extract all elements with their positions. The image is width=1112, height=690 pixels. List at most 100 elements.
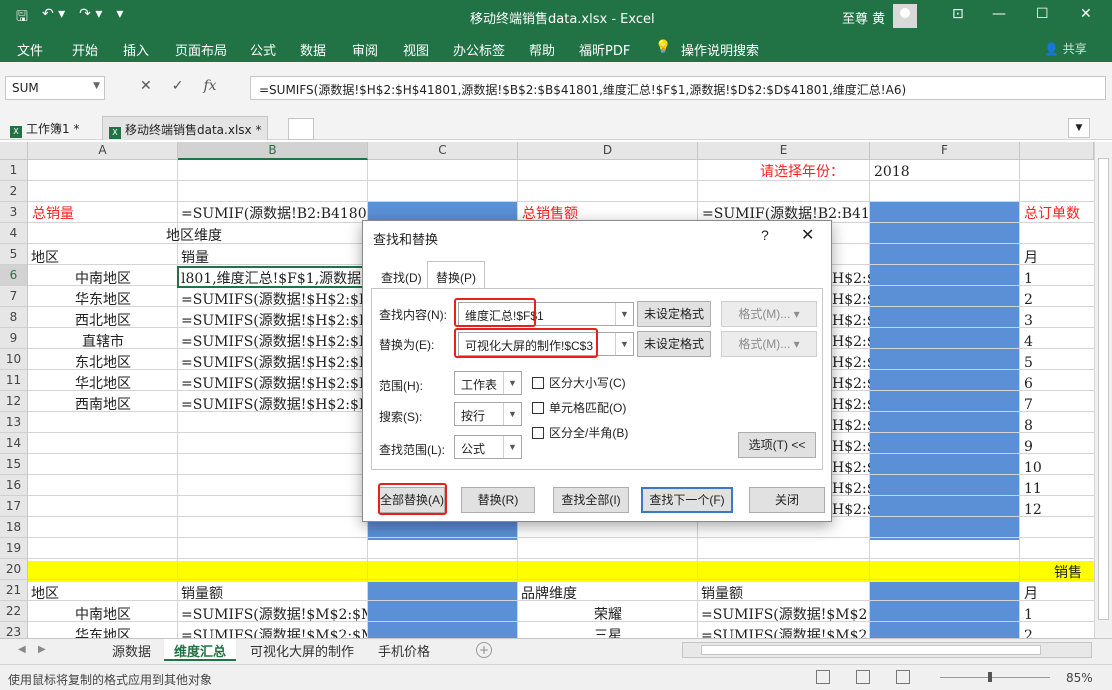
row-header-7[interactable]: 7: [0, 286, 28, 307]
checkbox-box[interactable]: [532, 377, 544, 389]
page-layout-view-icon[interactable]: [856, 670, 870, 684]
formula-cell[interactable]: H$2:$H: [832, 311, 870, 331]
column-header-b[interactable]: B: [178, 142, 368, 160]
column-header-f[interactable]: F: [870, 142, 1020, 160]
options-button[interactable]: 选项(T) <<: [738, 432, 816, 458]
formula-cell[interactable]: H$2:$H: [832, 479, 870, 499]
formula-cell[interactable]: =SUMIFS(源数据!$M$2:$M: [701, 626, 869, 638]
row-header-11[interactable]: 11: [0, 370, 28, 391]
match-byte-checkbox[interactable]: 区分全/半角(B): [532, 424, 628, 441]
region-cell[interactable]: 东北地区: [28, 353, 178, 373]
checkbox-box[interactable]: [532, 427, 544, 439]
chevron-down-icon[interactable]: ▼: [503, 372, 521, 394]
workbook-tab-2[interactable]: X 移动终端销售data.xlsx *: [102, 116, 269, 140]
close-icon[interactable]: ✕: [1080, 6, 1092, 22]
tab-help[interactable]: 帮助: [529, 40, 555, 59]
month-cell[interactable]: 5: [1024, 353, 1033, 373]
dialog-close-icon[interactable]: ✕: [801, 225, 814, 245]
find-next-button[interactable]: 查找下一个(F): [641, 487, 733, 513]
row-header-4[interactable]: 4: [0, 223, 28, 244]
row-header-23[interactable]: 23: [0, 622, 28, 638]
maximize-icon[interactable]: ☐: [1036, 6, 1049, 22]
column-header-a[interactable]: A: [28, 142, 178, 160]
formula-cell[interactable]: H$2:$H: [832, 416, 870, 436]
sheet-tab-source-data[interactable]: 源数据: [102, 639, 161, 661]
user-name[interactable]: 至尊 黄: [842, 8, 885, 27]
region-cell[interactable]: 华北地区: [28, 374, 178, 394]
formula-cell[interactable]: =SUMIFS(源数据!$M$2:$M$4: [181, 626, 367, 638]
formula-cell[interactable]: H$2:$H: [832, 500, 870, 520]
customize-qat-icon[interactable]: ▾: [116, 6, 123, 30]
formula-cell[interactable]: =SUMIFS(源数据!$M$2:$M: [701, 605, 869, 625]
formula-cell[interactable]: H$2:$H: [832, 290, 870, 310]
row-header-12[interactable]: 12: [0, 391, 28, 412]
chevron-down-icon[interactable]: ▼: [503, 403, 521, 425]
row-header-18[interactable]: 18: [0, 517, 28, 538]
tab-view[interactable]: 视图: [403, 40, 429, 59]
formula-cell[interactable]: H$2:$H: [832, 332, 870, 352]
help-icon[interactable]: ?: [761, 227, 769, 243]
month-cell[interactable]: 2: [1024, 626, 1033, 638]
tab-formulas[interactable]: 公式: [250, 40, 276, 59]
formula-cell[interactable]: =SUMIFS(源数据!$H$2:$H$: [181, 395, 367, 415]
undo-icon[interactable]: ↶ ▾: [42, 6, 65, 30]
region-cell[interactable]: 华东地区: [28, 290, 178, 310]
scroll-thumb[interactable]: [701, 645, 1041, 655]
close-button[interactable]: 关闭: [749, 487, 825, 513]
workbook-tab-1[interactable]: X 工作簿1 *: [4, 116, 85, 140]
column-header-d[interactable]: D: [518, 142, 698, 160]
month-cell[interactable]: 8: [1024, 416, 1033, 436]
page-break-view-icon[interactable]: [896, 670, 910, 684]
row-header-20[interactable]: 20: [0, 559, 28, 580]
tab-review[interactable]: 审阅: [352, 40, 378, 59]
month-cell[interactable]: 6: [1024, 374, 1033, 394]
within-select[interactable]: 工作表 ▼: [454, 371, 522, 395]
month-cell[interactable]: 1: [1024, 605, 1033, 625]
row-header-14[interactable]: 14: [0, 433, 28, 454]
name-box[interactable]: SUM ▼: [5, 76, 105, 100]
formula-cell[interactable]: =SUMIFS(源数据!$H$2:$H$: [181, 311, 367, 331]
row-header-10[interactable]: 10: [0, 349, 28, 370]
formula-cell[interactable]: =SUMIFS(源数据!$M$2:$M$4: [181, 605, 367, 625]
tab-home[interactable]: 开始: [72, 40, 98, 59]
tab-list-menu-icon[interactable]: ▼: [1068, 118, 1090, 138]
tab-office-tab[interactable]: 办公标签: [453, 40, 505, 59]
horizontal-scrollbar[interactable]: [682, 642, 1092, 658]
row-header-21[interactable]: 21: [0, 580, 28, 601]
row-header-3[interactable]: 3: [0, 202, 28, 223]
new-workbook-tab[interactable]: [288, 118, 314, 140]
formula-cell[interactable]: H$2:$H: [832, 395, 870, 415]
tab-find[interactable]: 查找(D): [373, 265, 430, 289]
match-entire-cell-checkbox[interactable]: 单元格匹配(O): [532, 399, 626, 416]
formula-cell[interactable]: =SUMIFS(源数据!$H$2:$H$: [181, 290, 367, 310]
replace-button[interactable]: 替换(R): [461, 487, 535, 513]
tell-me-search[interactable]: 操作说明搜索: [681, 40, 759, 59]
chevron-down-icon[interactable]: ▼: [615, 333, 633, 355]
row-header-5[interactable]: 5: [0, 244, 28, 265]
formula-cell[interactable]: H$2:$H: [832, 458, 870, 478]
sheet-tab-phone-price[interactable]: 手机价格: [368, 639, 440, 661]
formula-cell[interactable]: =SUMIFS(源数据!$H$2:$H$: [181, 353, 367, 373]
row-header-1[interactable]: 1: [0, 160, 28, 181]
chevron-down-icon[interactable]: ▼: [93, 81, 100, 91]
normal-view-icon[interactable]: [816, 670, 830, 684]
month-cell[interactable]: 11: [1024, 479, 1042, 499]
column-header-g[interactable]: [1020, 142, 1094, 160]
sheet-tab-dimension-summary[interactable]: 维度汇总: [164, 639, 237, 661]
vertical-scrollbar[interactable]: [1094, 142, 1112, 638]
row-header-22[interactable]: 22: [0, 601, 28, 622]
month-cell[interactable]: 9: [1024, 437, 1033, 457]
month-cell[interactable]: 4: [1024, 332, 1033, 352]
scroll-thumb[interactable]: [1098, 158, 1109, 620]
region-cell[interactable]: 西南地区: [28, 395, 178, 415]
row-header-13[interactable]: 13: [0, 412, 28, 433]
formula-cell[interactable]: =SUMIFS(源数据!$H$2:$H$: [181, 332, 367, 352]
chevron-down-icon[interactable]: ▼: [615, 303, 633, 325]
select-all-corner[interactable]: [0, 142, 28, 160]
minimize-icon[interactable]: —: [992, 6, 1006, 22]
row-header-16[interactable]: 16: [0, 475, 28, 496]
region-cell[interactable]: 中南地区: [28, 605, 178, 625]
formula-cell[interactable]: =SUMIFS(源数据!$H$2:$H$: [181, 374, 367, 394]
insert-function-icon[interactable]: fx: [203, 78, 216, 94]
row-header-19[interactable]: 19: [0, 538, 28, 559]
